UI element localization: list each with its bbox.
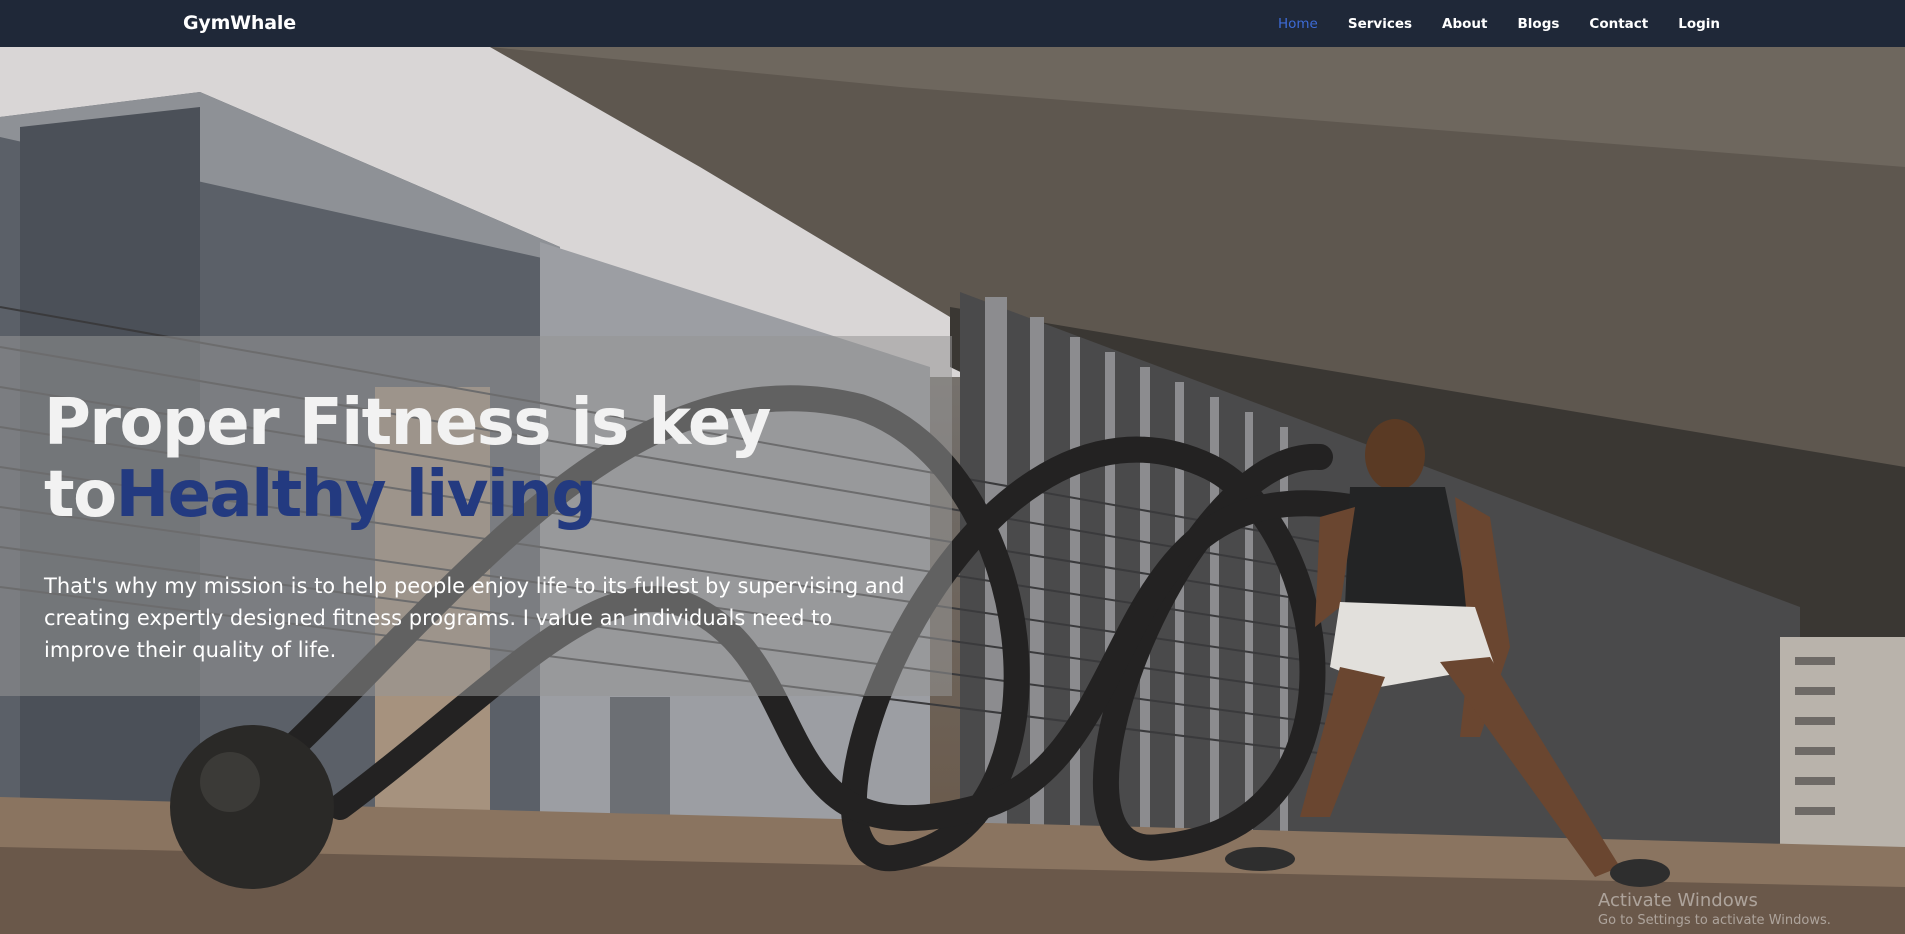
top-navbar: GymWhale Home Services About Blogs Conta… bbox=[0, 0, 1905, 47]
nav-link-login[interactable]: Login bbox=[1678, 16, 1720, 32]
nav-link-services[interactable]: Services bbox=[1348, 16, 1412, 32]
windows-activation-watermark: Activate Windows Go to Settings to activ… bbox=[1598, 890, 1831, 928]
hero-description: That's why my mission is to help people … bbox=[44, 574, 905, 662]
watermark-subtitle: Go to Settings to activate Windows. bbox=[1598, 913, 1831, 928]
headline-line-1: Proper Fitness is key bbox=[44, 386, 771, 460]
nav-link-contact[interactable]: Contact bbox=[1589, 16, 1648, 32]
brand-logo[interactable]: GymWhale bbox=[183, 12, 296, 34]
hero-section: Proper Fitness is key toHealthy living T… bbox=[0, 47, 1905, 934]
watermark-title: Activate Windows bbox=[1598, 890, 1758, 911]
nav-links: Home Services About Blogs Contact Login bbox=[1248, 0, 1720, 47]
nav-link-home[interactable]: Home bbox=[1278, 16, 1318, 32]
headline-accent-text: Healthy living bbox=[115, 458, 598, 532]
hero-headline: Proper Fitness is key toHealthy living bbox=[44, 386, 771, 532]
headline-line-2-prefix: to bbox=[44, 458, 117, 532]
nav-link-about[interactable]: About bbox=[1442, 16, 1487, 32]
nav-link-blogs[interactable]: Blogs bbox=[1518, 16, 1560, 32]
